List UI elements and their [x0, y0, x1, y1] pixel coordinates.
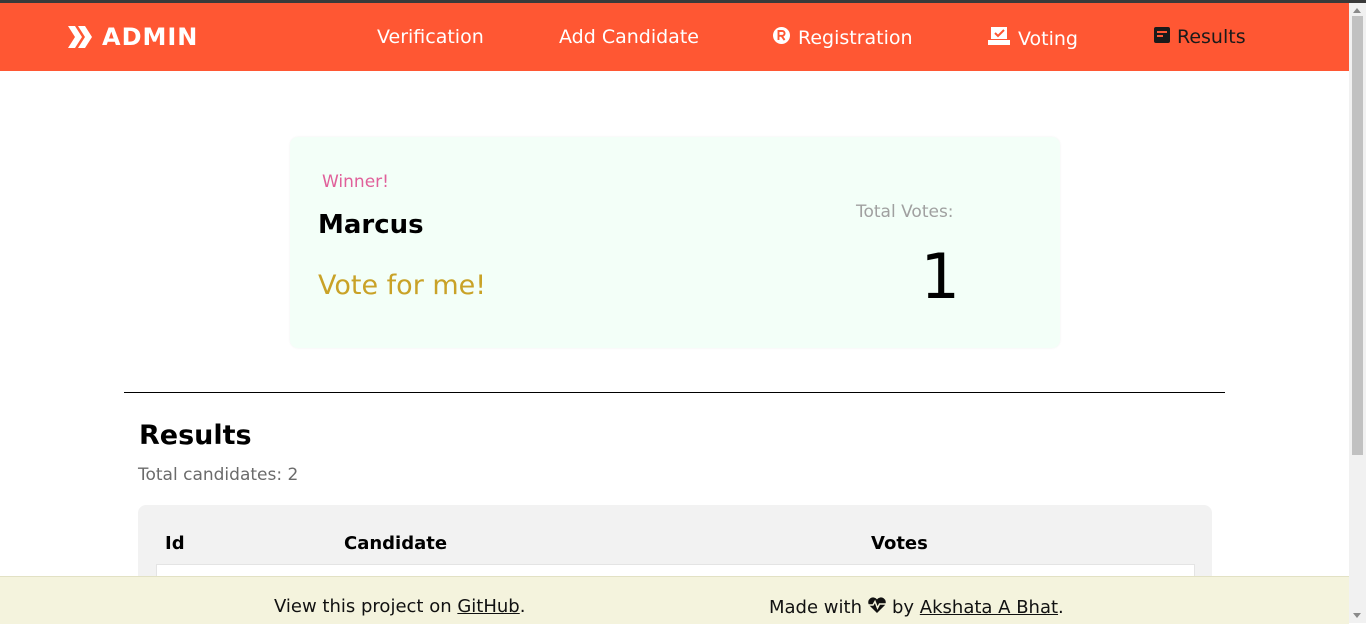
column-header-votes: Votes	[871, 533, 928, 554]
total-candidates: Total candidates: 2	[138, 465, 298, 485]
results-icon	[1154, 26, 1170, 48]
total-votes-value: 1	[920, 240, 960, 313]
vertical-scrollbar[interactable]	[1349, 3, 1366, 623]
brand[interactable]: ADMIN	[66, 23, 198, 51]
section-divider	[124, 392, 1225, 393]
nav-label: Registration	[798, 27, 913, 49]
footer-made-with: Made with	[769, 597, 862, 618]
footer-by: by	[891, 597, 915, 618]
total-candidates-count: 2	[287, 465, 299, 485]
total-votes-label: Total Votes:	[856, 202, 954, 222]
nav-voting[interactable]: Voting	[987, 26, 1078, 51]
total-candidates-label: Total candidates:	[138, 465, 283, 485]
footer: View this project on GitHub. Made with b…	[0, 576, 1349, 624]
footer-right-suffix: .	[1058, 597, 1064, 618]
nav-add-candidate[interactable]: Add Candidate	[559, 26, 699, 48]
chevrons-logo-icon	[68, 26, 92, 48]
registered-icon	[772, 26, 791, 50]
nav-label: Verification	[377, 26, 484, 48]
nav-results[interactable]: Results	[1154, 26, 1246, 48]
nav-verification[interactable]: Verification	[377, 26, 484, 48]
nav-label: Voting	[1018, 27, 1078, 50]
brand-title: ADMIN	[102, 23, 199, 51]
heartbeat-icon	[867, 596, 887, 620]
results-title: Results	[139, 420, 252, 451]
column-header-candidate: Candidate	[344, 533, 448, 554]
winner-name: Marcus	[318, 210, 424, 240]
winner-slogan: Vote for me!	[318, 270, 487, 301]
nav-label: Results	[1177, 26, 1246, 48]
nav-registration[interactable]: Registration	[772, 26, 913, 50]
scroll-down-arrow-icon[interactable]	[1353, 613, 1361, 618]
footer-left-text: View this project on	[274, 596, 452, 617]
author-link[interactable]: Akshata A Bhat	[920, 597, 1058, 619]
footer-left-suffix: .	[519, 596, 526, 617]
github-link[interactable]: GitHub	[457, 596, 519, 617]
scroll-thumb[interactable]	[1352, 16, 1363, 455]
winner-label: Winner!	[322, 172, 389, 192]
column-header-id: Id	[165, 533, 185, 554]
navbar: ADMIN Verification Add Candidate Registr…	[0, 3, 1349, 71]
scroll-up-arrow-icon[interactable]	[1353, 8, 1361, 13]
ballot-box-icon	[987, 26, 1011, 51]
footer-credit: Made with by Akshata A Bhat.	[769, 596, 1064, 620]
nav-label: Add Candidate	[559, 26, 699, 48]
footer-project-note: View this project on GitHub.	[274, 596, 525, 618]
winner-card: Winner! Marcus Vote for me! Total Votes:…	[290, 137, 1060, 348]
